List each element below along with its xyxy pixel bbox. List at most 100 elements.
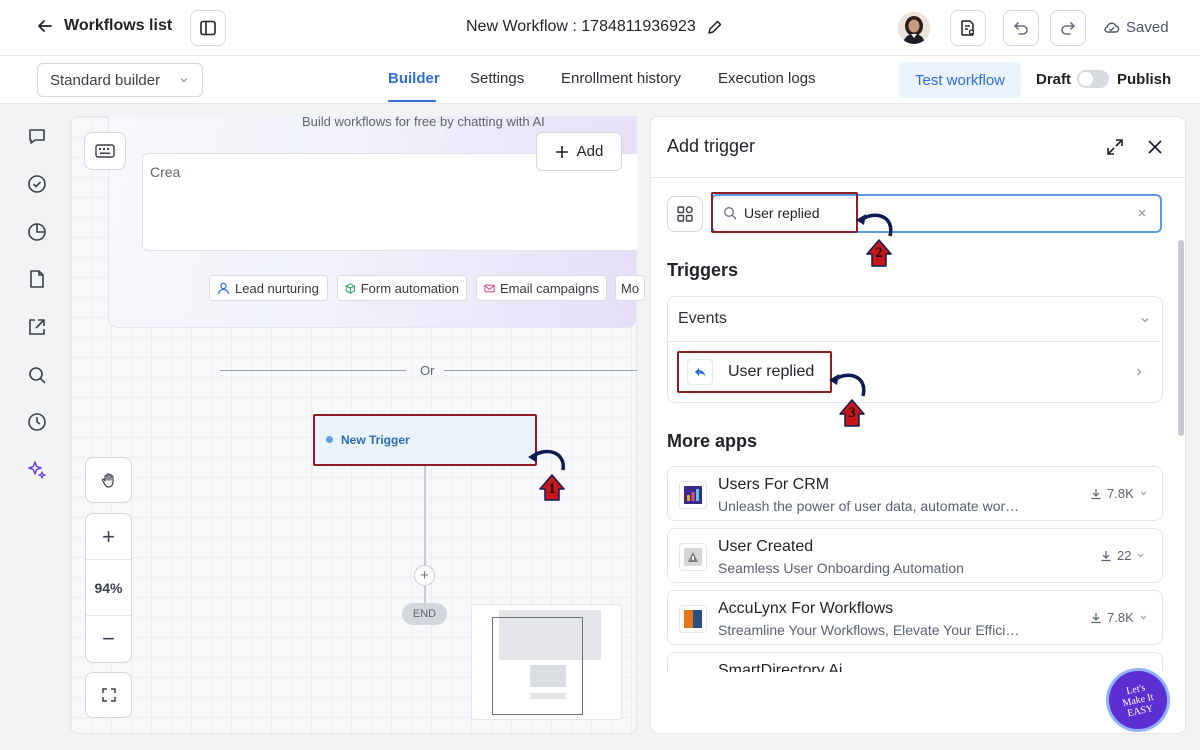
- app-title: AccuLynx For Workflows: [718, 600, 894, 617]
- tab-enrollment-history[interactable]: Enrollment history: [561, 70, 681, 87]
- user-icon: [217, 282, 230, 294]
- back-to-workflows-link[interactable]: Workflows list: [36, 17, 172, 35]
- chat-icon[interactable]: [26, 126, 48, 148]
- publish-label: Publish: [1117, 71, 1172, 88]
- event-item-label: User replied: [728, 363, 815, 380]
- toggle-sidebar-button[interactable]: [190, 10, 226, 46]
- redo-icon: [1061, 22, 1075, 35]
- new-trigger-node[interactable]: New Trigger: [313, 414, 537, 466]
- builder-select[interactable]: Standard builder: [37, 63, 203, 97]
- chevron-right-icon[interactable]: [1134, 367, 1144, 377]
- ai-prompt-value: Crea: [150, 164, 181, 180]
- pan-tool-button[interactable]: [85, 457, 132, 503]
- redo-button[interactable]: [1050, 10, 1086, 46]
- events-label[interactable]: Events: [678, 310, 727, 328]
- download-icon: [1091, 612, 1101, 623]
- tab-settings[interactable]: Settings: [470, 70, 524, 87]
- add-button[interactable]: Add: [536, 132, 622, 171]
- workflow-title-area[interactable]: New Workflow : 1784811936923: [466, 18, 723, 36]
- avatar[interactable]: [898, 12, 930, 44]
- keyboard-icon: [95, 144, 115, 158]
- zoom-controls: + 94% −: [85, 513, 132, 663]
- app-card[interactable]: SmartDirectory Ai: [667, 652, 1163, 672]
- install-count: 7.8K: [1107, 486, 1134, 501]
- user-created-logo-icon: [684, 548, 702, 566]
- tab-execution-logs[interactable]: Execution logs: [718, 70, 816, 87]
- external-link-icon[interactable]: [26, 316, 48, 338]
- document-settings-icon: [961, 20, 975, 36]
- chevron-down-icon[interactable]: [1136, 551, 1145, 560]
- chip-lead-nurturing[interactable]: Lead nurturing: [209, 275, 328, 301]
- chip-more[interactable]: Mo: [615, 275, 645, 301]
- events-divider: [668, 341, 1162, 342]
- search-icon: [724, 206, 737, 219]
- active-tab-indicator: [388, 100, 436, 102]
- ai-sparkles-icon[interactable]: [26, 459, 48, 481]
- sidebar-panel-icon: [200, 20, 216, 36]
- app-card-partial-clip: SmartDirectory Ai: [667, 652, 1163, 672]
- chevron-down-icon[interactable]: [1139, 613, 1148, 622]
- fit-view-button[interactable]: [85, 672, 132, 718]
- history-icon[interactable]: [26, 411, 48, 433]
- add-step-button[interactable]: +: [414, 565, 435, 586]
- chip-label: Form automation: [360, 280, 459, 296]
- tab-builder[interactable]: Builder: [388, 70, 440, 87]
- app-description: Streamline Your Workflows, Elevate Your …: [718, 622, 1020, 638]
- connector-line: [424, 466, 426, 566]
- users-crm-logo-icon: [684, 486, 702, 504]
- app-install-count: 22: [1100, 548, 1145, 563]
- pencil-icon[interactable]: [706, 19, 723, 36]
- app-description: Unleash the power of user data, automate…: [718, 498, 1020, 514]
- file-icon[interactable]: [26, 268, 48, 290]
- undo-icon: [1014, 22, 1028, 35]
- app-card[interactable]: User Created Seamless User Onboarding Au…: [667, 528, 1163, 583]
- zoom-out-button[interactable]: −: [86, 616, 131, 662]
- install-count: 7.8K: [1107, 610, 1134, 625]
- chip-label: Mo: [621, 280, 640, 296]
- minimap-viewport[interactable]: [492, 617, 583, 715]
- top-bar: Workflows list New Workflow : 1784811936…: [0, 0, 1200, 56]
- app-logo: [679, 605, 707, 633]
- check-circle-icon[interactable]: [26, 173, 48, 195]
- app-card[interactable]: Users For CRM Unleash the power of user …: [667, 466, 1163, 521]
- workflow-title: New Workflow : 1784811936923: [466, 18, 696, 35]
- back-label: Workflows list: [64, 17, 173, 34]
- toggle-knob: [1079, 72, 1093, 86]
- download-icon: [1091, 488, 1101, 499]
- or-label: Or: [420, 363, 435, 378]
- download-icon: [1101, 550, 1111, 561]
- keyboard-button[interactable]: [84, 132, 126, 170]
- app-title: User Created: [718, 538, 814, 555]
- category-grid-button[interactable]: [667, 196, 703, 232]
- publish-toggle[interactable]: [1077, 70, 1109, 88]
- reply-icon: [695, 368, 706, 377]
- expand-icon[interactable]: [1105, 137, 1125, 157]
- panel-title: Add trigger: [667, 136, 756, 156]
- test-workflow-button[interactable]: Test workflow: [899, 62, 1021, 98]
- event-user-replied[interactable]: User replied: [677, 351, 832, 393]
- undo-button[interactable]: [1003, 10, 1039, 46]
- zoom-level: 94%: [86, 560, 131, 616]
- minimap[interactable]: [471, 604, 622, 720]
- app-card[interactable]: AccuLynx For Workflows Streamline Your W…: [667, 590, 1163, 645]
- pie-chart-icon[interactable]: [26, 221, 48, 243]
- add-label: Add: [576, 143, 604, 160]
- watermark-text: Let's Make It EASY: [1121, 681, 1155, 719]
- app-description: Seamless User Onboarding Automation: [718, 560, 964, 576]
- user-avatar-icon: [898, 12, 930, 44]
- app-logo: [679, 481, 707, 509]
- chevron-down-icon[interactable]: [1139, 314, 1151, 326]
- clear-search-icon[interactable]: [1137, 208, 1147, 218]
- arrow-left-icon: [38, 20, 52, 32]
- panel-scrollbar[interactable]: [1178, 240, 1184, 436]
- chip-email-campaigns[interactable]: Email campaigns: [476, 275, 607, 301]
- chip-form-automation[interactable]: Form automation: [337, 275, 467, 301]
- trigger-status-dot: [326, 436, 333, 443]
- workflow-details-button[interactable]: [950, 10, 986, 46]
- search-icon[interactable]: [26, 364, 48, 386]
- chevron-down-icon[interactable]: [1139, 489, 1148, 498]
- close-icon[interactable]: [1145, 137, 1165, 157]
- panel-header-divider: [651, 177, 1185, 178]
- divider-right: [444, 370, 637, 371]
- zoom-in-button[interactable]: +: [86, 514, 131, 560]
